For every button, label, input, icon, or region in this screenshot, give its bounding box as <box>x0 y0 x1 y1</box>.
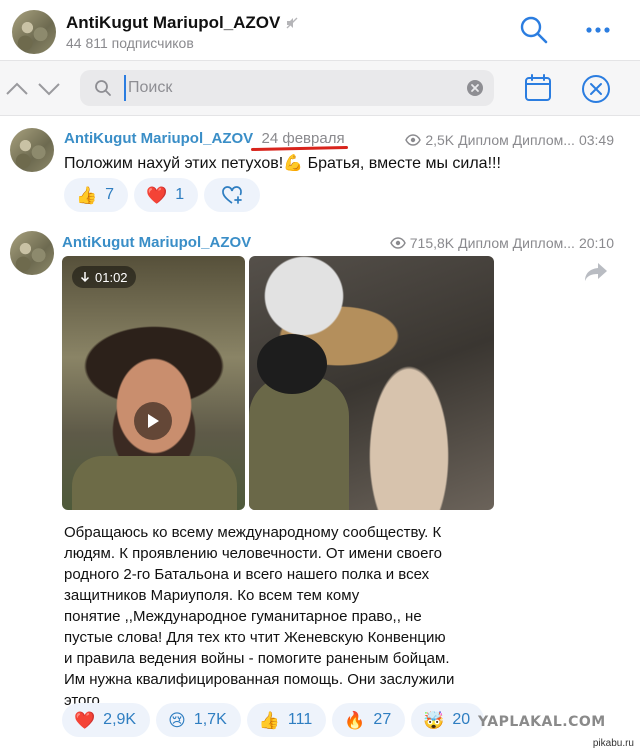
download-arrow-icon <box>80 272 90 283</box>
post-text-line: защитников Мариуполя. Ко всем тем кому <box>64 587 360 604</box>
reaction-emoji: ❤️ <box>74 710 96 730</box>
close-circle-icon[interactable] <box>580 73 612 105</box>
subscriber-count: 44 811 подписчиков <box>66 35 194 51</box>
post-text-line: пустые слова! Для тех кто чтит Женевскую… <box>64 629 446 646</box>
post-header: AntiKugut Mariupol_AZOV <box>62 234 251 251</box>
reaction-emoji: 😢 <box>168 710 186 730</box>
video-duration-badge: 01:02 <box>72 266 136 288</box>
video-figure <box>72 456 237 510</box>
post-text: Обращаюсь ко всему международному сообще… <box>64 522 504 711</box>
source-credit: pikabu.ru <box>592 738 634 749</box>
post-text-line: людям. К проявлению человечности. От име… <box>64 545 442 562</box>
search-icon[interactable] <box>518 14 550 46</box>
post-date: 24 февраля <box>251 130 349 152</box>
reaction-emoji: 🤯 <box>423 710 445 730</box>
video-duration: 01:02 <box>95 269 128 285</box>
reaction-count: 27 <box>373 711 392 728</box>
reaction-count: 7 <box>105 186 115 203</box>
post-date-text: 24 февраля <box>261 130 345 147</box>
calendar-icon[interactable] <box>524 73 552 103</box>
reaction-emoji: ❤️ <box>146 185 168 205</box>
magnifier-icon <box>95 80 111 96</box>
post-text-line: и правила ведения войны - помогите ранен… <box>64 650 450 667</box>
channel-avatar[interactable] <box>12 10 56 54</box>
post-text: Положим нахуй этих петухов!💪 Братья, вме… <box>64 155 501 172</box>
post-author[interactable]: AntiKugut Mariupol_AZOV <box>62 234 251 251</box>
share-icon[interactable] <box>584 262 608 282</box>
post-signature: Диплом Диплом... <box>458 132 575 148</box>
reaction-chip[interactable]: ❤️ 2,9K <box>62 703 151 737</box>
reaction-emoji: 👍 <box>258 710 280 730</box>
add-reaction-icon <box>222 186 243 204</box>
reactions-bar: ❤️ 2,9K 😢 1,7K 👍 111 🔥 27 🤯 20 <box>62 703 485 737</box>
post-avatar[interactable] <box>10 231 54 275</box>
reaction-count: 2,9K <box>103 711 137 728</box>
post-time: 03:49 <box>578 132 614 148</box>
post-header: AntiKugut Mariupol_AZOV 24 февраля <box>64 130 349 152</box>
watermark: YAPLAKAL.COM <box>478 714 606 730</box>
play-button[interactable] <box>134 402 172 440</box>
more-icon[interactable] <box>582 14 614 46</box>
chat-header: AntiKugut Mariupol_AZOV 44 811 подписчик… <box>0 0 640 60</box>
video-thumbnail[interactable]: 01:02 <box>62 256 245 510</box>
channel-title[interactable]: AntiKugut Mariupol_AZOV <box>66 13 298 33</box>
search-input[interactable] <box>124 75 454 101</box>
photo-thumbnail[interactable] <box>249 256 494 510</box>
reaction-chip[interactable]: 😢 1,7K <box>156 703 241 737</box>
search-bar <box>0 60 640 116</box>
views-count: 715,8K <box>409 235 455 251</box>
post-time: 20:10 <box>578 235 614 251</box>
add-reaction-button[interactable] <box>204 178 261 212</box>
post-text-line: Им нужна квалифицированная помощь. Они з… <box>64 671 455 688</box>
post-text-line: Обращаюсь ко всему международному сообще… <box>64 524 442 541</box>
post-meta: 715,8K Диплом Диплом... 20:10 <box>389 235 614 251</box>
post-text-line: понятие ,,Международное гуманитарное пра… <box>64 608 422 625</box>
reaction-chip[interactable]: 🤯 20 <box>411 703 485 737</box>
post-signature: Диплом Диплом... <box>458 235 575 251</box>
reaction-count: 1 <box>175 186 185 203</box>
reaction-chip[interactable]: 👍 7 <box>64 178 129 212</box>
play-icon <box>148 414 159 428</box>
reaction-chip[interactable]: 🔥 27 <box>332 703 406 737</box>
reaction-count: 1,7K <box>193 711 227 728</box>
reaction-count: 20 <box>452 711 471 728</box>
post-meta: 2,5K Диплом Диплом... 03:49 <box>405 132 614 148</box>
eye-icon <box>389 237 406 249</box>
reactions-bar: 👍 7 ❤️ 1 <box>64 178 261 212</box>
channel-title-text: AntiKugut Mariupol_AZOV <box>66 13 281 32</box>
reaction-chip[interactable]: 👍 111 <box>246 703 327 737</box>
reaction-emoji: 🔥 <box>344 710 366 730</box>
reaction-emoji: 👍 <box>76 185 98 205</box>
post-author[interactable]: AntiKugut Mariupol_AZOV <box>64 130 253 147</box>
reaction-chip[interactable]: ❤️ 1 <box>134 178 199 212</box>
chevron-up-icon[interactable] <box>4 77 30 101</box>
post-avatar[interactable] <box>10 128 54 172</box>
eye-icon <box>405 134 422 146</box>
reaction-count: 111 <box>287 711 313 728</box>
search-field[interactable] <box>80 70 494 106</box>
muted-icon <box>286 17 298 29</box>
post-text-line: родного 2-го Батальона и всего нашего по… <box>64 566 430 583</box>
chevron-down-icon[interactable] <box>36 77 62 101</box>
red-underline-mark <box>251 145 349 152</box>
photo-helmet <box>257 334 327 394</box>
views-count: 2,5K <box>425 132 455 148</box>
photo-figure <box>249 376 349 510</box>
clear-icon[interactable] <box>466 79 484 97</box>
